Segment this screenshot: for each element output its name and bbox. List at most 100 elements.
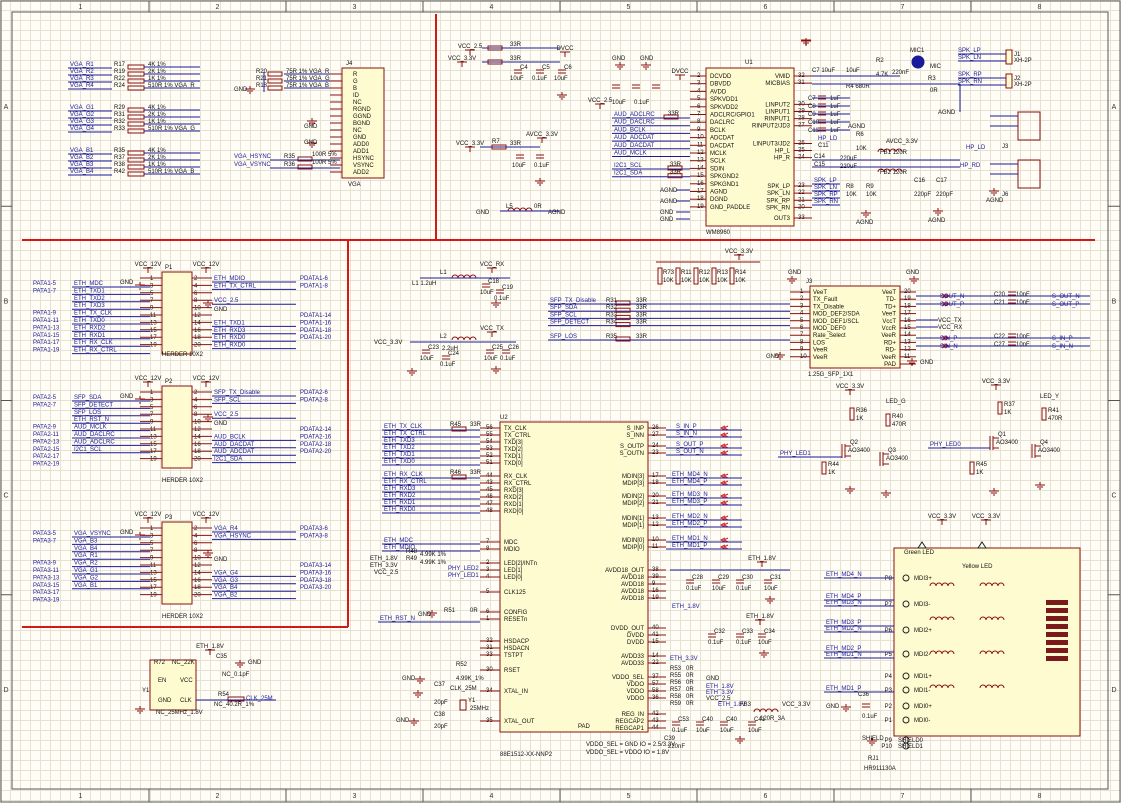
cap-value: 1uF — [830, 104, 841, 110]
gnd-label: GND — [304, 140, 318, 146]
resistor — [969, 461, 975, 475]
resistor-value: 4.99K_1% — [456, 676, 484, 682]
header-pin-number: 18 — [194, 335, 201, 341]
resistor-value: 10K — [846, 192, 857, 198]
offpage-arrow — [719, 473, 729, 479]
header-net-label: ETH_RXD3 — [214, 328, 246, 334]
phy-net-label: S_OUT_N — [676, 449, 704, 455]
resistor-ref: R35 — [606, 334, 618, 340]
connector-pin-label: MDI1+ — [914, 674, 932, 680]
resistor-ref: R37 — [1004, 402, 1016, 408]
frame-col-label: 8 — [1038, 4, 1042, 11]
resistor-value: 33R — [636, 312, 648, 318]
gnd-symbol — [845, 486, 855, 494]
header-pin-number: 11 — [150, 427, 157, 433]
led-section: VCC_3.3V VCC_3.3V LED_G LED_Y R36 1K R40 470R R3… — [778, 379, 1063, 498]
ic-pin-label: DVDD — [627, 633, 645, 639]
vga-net-label: VGA_B3 — [70, 162, 94, 168]
gnd-symbol — [765, 596, 775, 604]
resistor-ref: R29 — [114, 105, 126, 111]
cap-ref: C17 — [936, 178, 948, 184]
cap-value: 10uF — [612, 100, 626, 106]
phy-net-label: ETH_MD2_N — [672, 514, 708, 520]
header-pdata-label: PDATA1-14 — [300, 313, 332, 319]
connector-pin-label: MDI2- — [914, 652, 930, 658]
connector-pin-label: TD- — [886, 297, 896, 303]
connector-pin-label: LOS — [813, 340, 825, 346]
gnd-label: AGND — [660, 199, 678, 205]
ic-pin-label: MDIP[1] — [622, 523, 644, 529]
vga-resistor — [127, 150, 145, 156]
offpage-connector — [719, 537, 729, 543]
cap-ref: C26 — [508, 345, 520, 351]
power-symbol: VCC_RX — [480, 262, 504, 273]
header-pata-label: PATA1-15 — [33, 333, 60, 339]
power-label: VCC_2.5 — [458, 44, 483, 50]
ic-pin-label: LINPUT2 — [765, 102, 790, 108]
rj45-contact — [1046, 624, 1068, 629]
cap-value: 20pF — [434, 724, 448, 730]
gnd-symbol — [407, 368, 417, 376]
gnd-label: AGND — [660, 188, 678, 194]
capacitor — [1008, 333, 1016, 338]
resistor-ref: R14 — [735, 270, 747, 276]
vga-net-label: VGA_R2 — [70, 69, 94, 75]
cap-ref: C25 — [492, 345, 504, 351]
ic-pin-label: S_OUTN — [620, 451, 644, 457]
header-net-label: VCC_2.5 — [214, 298, 239, 304]
vga-resistor — [127, 128, 145, 134]
inductor-ref: L1 — [440, 270, 447, 276]
cap-value: 220uF — [840, 156, 857, 162]
resistor-ref: R31 — [114, 112, 126, 118]
audio-jack-body — [1017, 159, 1041, 189]
codec-net-label: AUD_ADCDAT — [614, 135, 655, 141]
phy-net-label: ETH_MDC — [384, 538, 414, 544]
ic-pin-label: SDIN — [710, 166, 724, 172]
connector-pin-label: NC — [353, 128, 362, 134]
header-pata-label: PATA2-11 — [33, 432, 60, 438]
frame-col-label: 6 — [764, 4, 768, 11]
header-net-label: VGA_B2 — [214, 593, 238, 599]
gnd-symbol — [933, 208, 943, 216]
gnd-label: GND — [660, 210, 674, 216]
connector-pin-label: MDI0- — [914, 718, 930, 724]
mosfet-ref: Q4 — [1040, 440, 1049, 446]
net-label: CLK_25M — [450, 686, 477, 692]
ic-pin-label: RXD[3] — [504, 488, 524, 494]
resistor-ref: R73 — [663, 270, 675, 276]
cap-ref: C41 — [754, 717, 766, 723]
cap-value: 0.1uF — [862, 714, 878, 720]
ic-pin-label: ADCLRC/GPIO1 — [710, 113, 755, 119]
ic-pin-label: AGND — [710, 190, 728, 196]
resistor-value: 100R 5% — [312, 152, 337, 158]
cap-value: 220pF — [914, 192, 931, 198]
header-pin-number: 2 — [194, 390, 198, 396]
connector-pin-label: VeeR — [813, 348, 828, 354]
schematic-drawing: 1122334455667788A AB BC CD D VGA_R1 R17 4K 1%V… — [0, 0, 1121, 803]
power-symbol: VCC_TX — [480, 326, 504, 337]
offpage-arrow — [719, 522, 729, 528]
power-label: ETH_3.3V — [370, 563, 398, 569]
cap-value: 0.1uF — [736, 586, 752, 592]
resistor-value: 0R — [686, 680, 694, 686]
resistor-value: 470R — [1048, 416, 1063, 422]
gnd-symbol — [557, 92, 567, 100]
resistor-value: 1K — [828, 470, 835, 476]
cap-ref: C35 — [216, 654, 228, 660]
resistor-ref: R32 — [606, 305, 618, 311]
audio-jack-body — [1017, 111, 1041, 141]
inductor-ref: L2 — [440, 334, 447, 340]
frame-col-label: 4 — [490, 4, 494, 11]
ic-pin-label: AVDD — [710, 89, 727, 95]
cap-ref: C37 — [434, 682, 446, 688]
power-symbol: VCC_3.3V — [928, 514, 956, 525]
vga-resistor — [127, 78, 145, 84]
led-symbol — [917, 541, 987, 549]
capacitor — [1008, 299, 1016, 304]
offpage-arrow — [719, 425, 729, 431]
cap-value: 10uF — [712, 586, 726, 592]
cap-value: 10uF — [764, 586, 778, 592]
gnd-label: GND — [214, 421, 228, 427]
ic-pin-label: MDIP[0] — [622, 545, 644, 551]
header-net-label: ETH_RXD0 — [214, 343, 246, 349]
